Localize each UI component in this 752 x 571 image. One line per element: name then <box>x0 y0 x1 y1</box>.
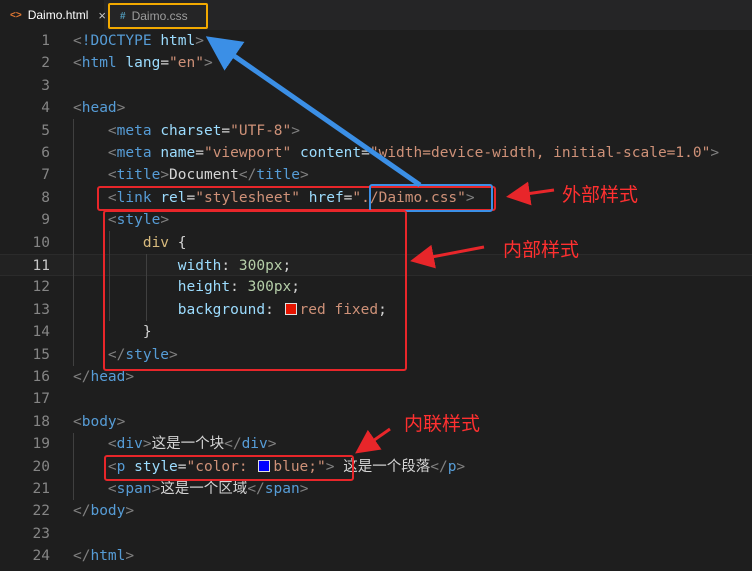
arrow-inline <box>355 427 391 454</box>
annotation-arrows <box>205 36 555 454</box>
arrow-to-css-tab <box>205 36 422 188</box>
arrow-external <box>506 181 555 206</box>
arrow-internal <box>410 244 485 269</box>
